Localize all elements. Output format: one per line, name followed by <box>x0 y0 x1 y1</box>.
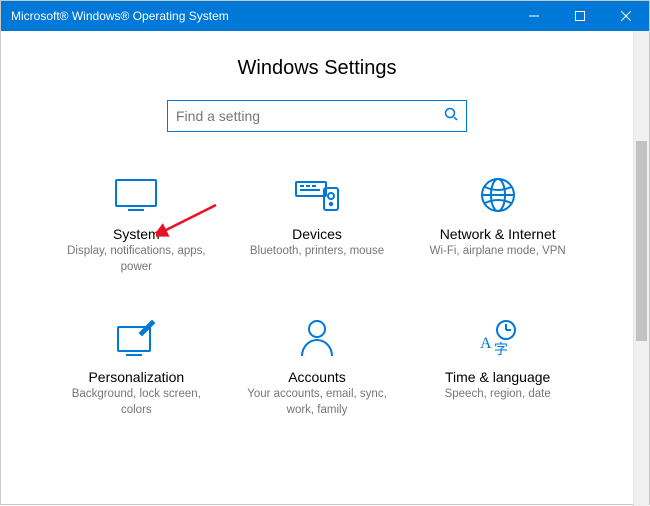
tile-desc: Background, lock screen, colors <box>51 387 222 418</box>
time-language-icon: A 字 <box>412 315 583 361</box>
tile-desc: Wi-Fi, airplane mode, VPN <box>412 244 583 260</box>
search-icon <box>444 107 458 126</box>
tile-title: System <box>51 226 222 242</box>
tile-title: Devices <box>232 226 403 242</box>
titlebar: Microsoft® Windows® Operating System <box>1 1 649 31</box>
maximize-button[interactable] <box>557 1 603 31</box>
scrollbar-thumb[interactable] <box>636 141 647 341</box>
tile-desc: Bluetooth, printers, mouse <box>232 244 403 260</box>
person-icon <box>232 315 403 361</box>
close-button[interactable] <box>603 1 649 31</box>
svg-text:字: 字 <box>494 342 508 358</box>
scrollbar[interactable] <box>633 31 649 506</box>
tile-desc: Speech, region, date <box>412 387 583 403</box>
tile-title: Network & Internet <box>412 226 583 242</box>
globe-icon <box>412 172 583 218</box>
tile-personalization[interactable]: Personalization Background, lock screen,… <box>51 315 222 418</box>
tile-time-language[interactable]: A 字 Time & language Speech, region, date <box>412 315 583 418</box>
personalization-icon <box>51 315 222 361</box>
devices-icon <box>232 172 403 218</box>
minimize-button[interactable] <box>511 1 557 31</box>
tile-title: Accounts <box>232 369 403 385</box>
display-icon <box>51 172 222 218</box>
search-box[interactable] <box>167 100 467 132</box>
tile-title: Time & language <box>412 369 583 385</box>
tile-desc: Your accounts, email, sync, work, family <box>232 387 403 418</box>
window-title: Microsoft® Windows® Operating System <box>1 9 511 23</box>
tile-accounts[interactable]: Accounts Your accounts, email, sync, wor… <box>232 315 403 418</box>
tile-devices[interactable]: Devices Bluetooth, printers, mouse <box>232 172 403 275</box>
page-title: Windows Settings <box>21 57 613 80</box>
tile-network[interactable]: Network & Internet Wi-Fi, airplane mode,… <box>412 172 583 275</box>
search-input[interactable] <box>176 108 444 124</box>
tile-system[interactable]: System Display, notifications, apps, pow… <box>51 172 222 275</box>
content-area: Windows Settings System Display, notific… <box>1 31 633 506</box>
tile-title: Personalization <box>51 369 222 385</box>
svg-text:A: A <box>480 335 492 352</box>
tile-desc: Display, notifications, apps, power <box>51 244 222 275</box>
